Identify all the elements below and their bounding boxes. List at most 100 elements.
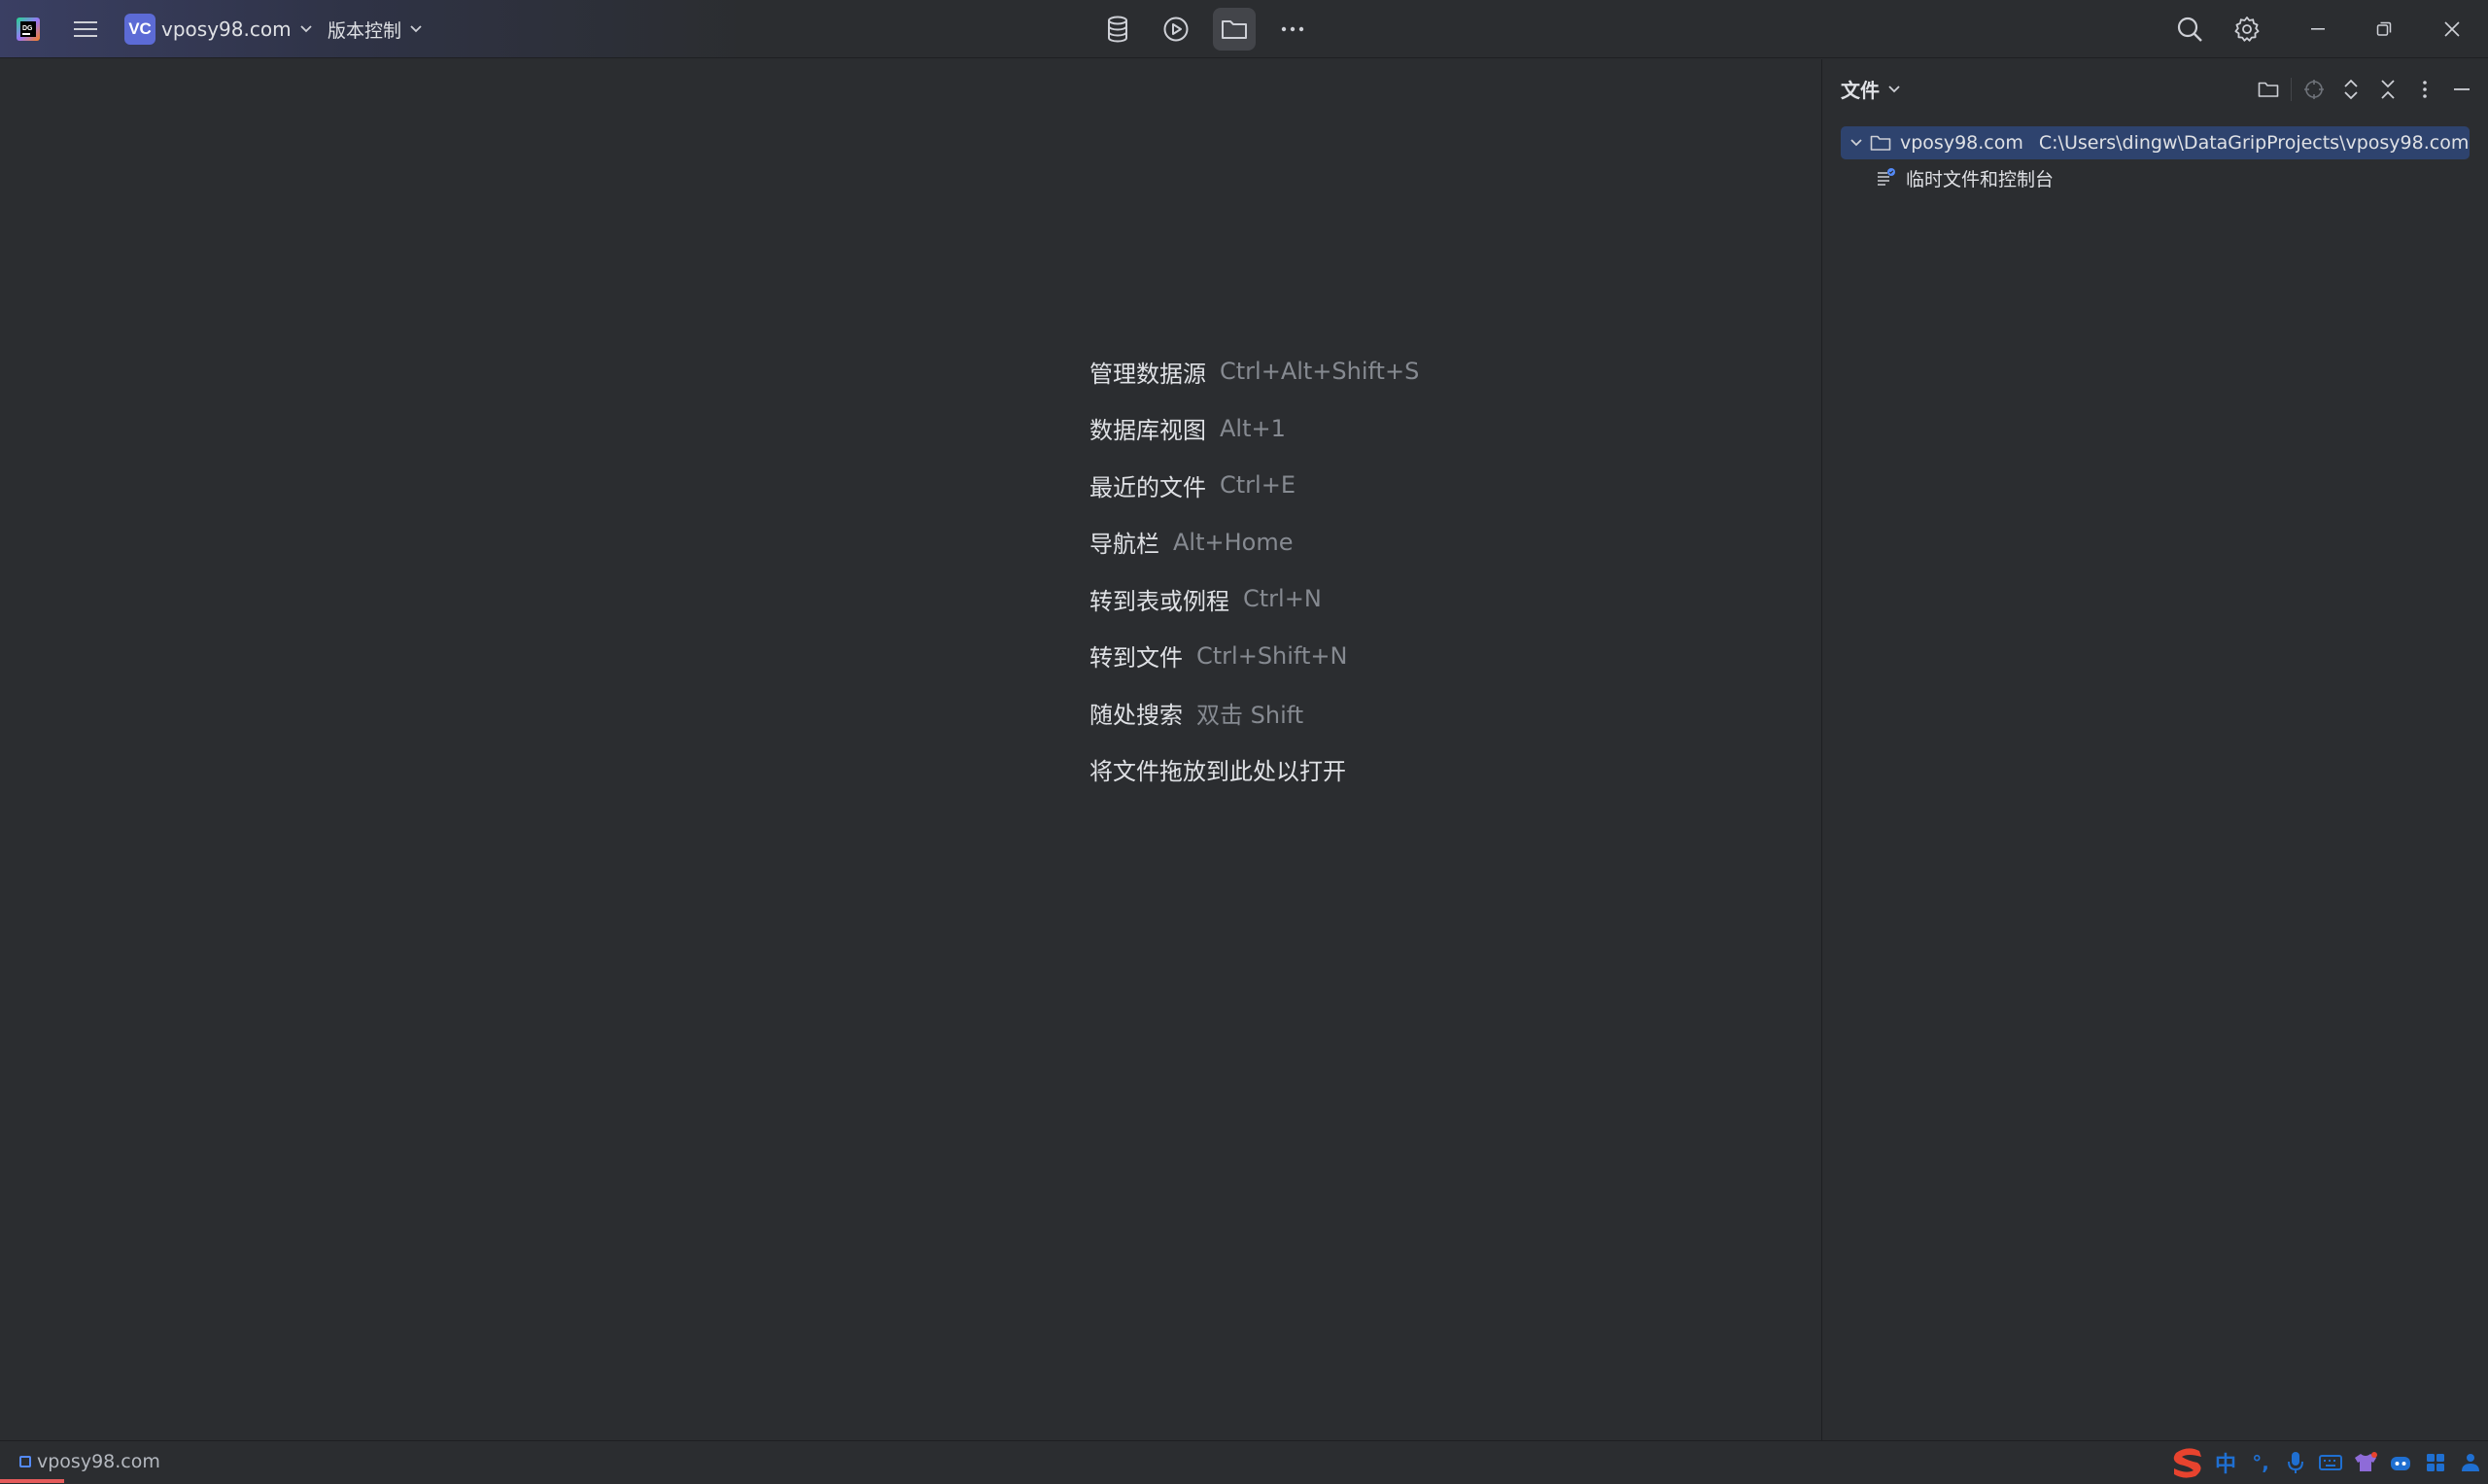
- hint-shortcut: Ctrl+Alt+Shift+S: [1220, 358, 1420, 386]
- tree-item-name: vposy98.com: [1900, 132, 2023, 154]
- editor-empty-area[interactable]: 管理数据源 Ctrl+Alt+Shift+S 数据库视图 Alt+1 最近的文件…: [0, 59, 1821, 1440]
- ime-punctuation-toggle[interactable]: °,: [2243, 1443, 2278, 1482]
- hint-shortcut: Ctrl+N: [1243, 585, 1322, 613]
- database-button[interactable]: [1096, 8, 1139, 51]
- ime-settings-button[interactable]: [2453, 1443, 2488, 1482]
- run-button[interactable]: [1155, 8, 1197, 51]
- hint-row: 转到文件 Ctrl+Shift+N: [1089, 628, 1419, 685]
- tree-row-scratches[interactable]: 临时文件和控制台: [1822, 161, 2488, 194]
- hint-action: 管理数据源: [1089, 360, 1206, 388]
- chevron-down-icon: [410, 25, 422, 33]
- project-badge: VC: [124, 14, 156, 45]
- welcome-hints: 管理数据源 Ctrl+Alt+Shift+S 数据库视图 Alt+1 最近的文件…: [1089, 343, 1419, 798]
- main-menu-button[interactable]: [68, 0, 103, 58]
- chevron-down-icon: [1888, 85, 1900, 92]
- search-everywhere-button[interactable]: [2170, 0, 2209, 58]
- more-vertical-icon: [2423, 81, 2427, 98]
- hint-row: 转到表或例程 Ctrl+N: [1089, 570, 1419, 628]
- hide-tool-window-button[interactable]: [2443, 73, 2480, 106]
- project-switcher[interactable]: VC vposy98.com: [124, 0, 313, 58]
- vcs-label: 版本控制: [328, 19, 402, 42]
- hint-action: 导航栏: [1089, 531, 1159, 559]
- minimize-icon: [2454, 88, 2470, 90]
- hint-action: 将文件拖放到此处以打开: [1089, 758, 1346, 786]
- minimize-button[interactable]: [2294, 0, 2342, 58]
- ime-mode-toggle[interactable]: 中: [2208, 1443, 2243, 1482]
- hint-action: 转到表或例程: [1089, 587, 1229, 615]
- hint-row: 将文件拖放到此处以打开: [1089, 742, 1419, 799]
- options-button[interactable]: [2406, 73, 2443, 106]
- status-breadcrumb[interactable]: vposy98.com: [19, 1451, 160, 1472]
- tree-item-name: 临时文件和控制台: [1906, 168, 2055, 190]
- view-selector[interactable]: 文件: [1841, 75, 1901, 103]
- folder-icon: [1222, 20, 1247, 39]
- hint-shortcut: 双击 Shift: [1196, 701, 1304, 729]
- ime-toolbox-button[interactable]: [2418, 1443, 2453, 1482]
- more-horizontal-icon: [1281, 26, 1304, 32]
- settings-button[interactable]: [2228, 0, 2266, 58]
- hint-row: 数据库视图 Alt+1: [1089, 400, 1419, 458]
- microphone-icon: [2288, 1452, 2303, 1473]
- hint-shortcut: Ctrl+Shift+N: [1196, 641, 1348, 670]
- hamburger-menu-icon: [74, 21, 97, 37]
- gear-icon: [2234, 17, 2260, 42]
- hint-action: 最近的文件: [1089, 473, 1206, 501]
- search-icon: [2177, 17, 2202, 42]
- restore-button[interactable]: [2360, 0, 2408, 58]
- ime-skin-button[interactable]: [2348, 1443, 2383, 1482]
- grid-icon: [2427, 1454, 2444, 1471]
- folder-icon: [1870, 135, 1891, 151]
- close-button[interactable]: [2428, 0, 2476, 58]
- ime-voice-button[interactable]: [2278, 1443, 2313, 1482]
- project-node-icon: [19, 1456, 31, 1467]
- more-button[interactable]: [1271, 8, 1314, 51]
- expand-all-button[interactable]: [2332, 73, 2369, 106]
- scratch-files-icon: [1878, 168, 1895, 186]
- hint-shortcut: Alt+Home: [1173, 528, 1294, 556]
- hint-row: 导航栏 Alt+Home: [1089, 514, 1419, 571]
- close-icon: [2444, 21, 2460, 37]
- hint-row: 随处搜索 双击 Shift: [1089, 684, 1419, 742]
- chevron-down-icon[interactable]: [1849, 138, 1863, 148]
- breadcrumb-label: vposy98.com: [37, 1451, 160, 1472]
- ime-keyboard-button[interactable]: [2313, 1443, 2348, 1482]
- locate-file-button[interactable]: [2296, 73, 2332, 106]
- crosshair-icon: [2304, 80, 2324, 99]
- tool-window-header: 文件: [1822, 59, 2488, 120]
- hint-action: 随处搜索: [1089, 701, 1183, 729]
- keyboard-icon: [2319, 1455, 2342, 1470]
- run-icon: [1163, 17, 1189, 42]
- tree-item-path: C:\Users\dingw\DataGripProjects\vposy98.…: [2038, 132, 2470, 154]
- hint-action: 转到文件: [1089, 644, 1183, 673]
- progress-accent: [0, 1479, 64, 1483]
- project-tree: vposy98.com C:\Users\dingw\DataGripProje…: [1822, 126, 2488, 194]
- main-toolbar: [1088, 0, 1322, 58]
- collapse-all-icon: [2381, 80, 2395, 99]
- hint-shortcut: Alt+1: [1220, 414, 1286, 442]
- vcs-menu[interactable]: 版本控制: [328, 0, 423, 58]
- folder-icon: [2258, 82, 2279, 97]
- robot-icon: [2391, 1457, 2410, 1470]
- svg-text:DG: DG: [22, 25, 33, 32]
- status-bar: vposy98.com 中 °,: [0, 1440, 2488, 1483]
- minimize-icon: [2311, 28, 2325, 30]
- project-name: vposy98.com: [161, 17, 292, 41]
- project-tool-window: 文件 vposy98.com C:\Users\dingw\DataGripPr…: [1822, 59, 2488, 1440]
- database-icon: [1108, 16, 1127, 43]
- person-settings-icon: [2462, 1454, 2479, 1471]
- project-button[interactable]: [1213, 8, 1256, 51]
- open-folder-button[interactable]: [2250, 73, 2287, 106]
- collapse-all-button[interactable]: [2369, 73, 2406, 106]
- sogou-ime-logo-icon[interactable]: [2167, 1443, 2208, 1482]
- title-bar: DG VC vposy98.com 版本控制: [0, 0, 2488, 58]
- hint-row: 最近的文件 Ctrl+E: [1089, 457, 1419, 514]
- expand-all-icon: [2344, 79, 2358, 100]
- hint-action: 数据库视图: [1089, 417, 1206, 445]
- restore-icon: [2376, 21, 2392, 36]
- toolbar-separator: [2291, 78, 2292, 101]
- tree-row-project-root[interactable]: vposy98.com C:\Users\dingw\DataGripProje…: [1841, 126, 2470, 159]
- datagrip-logo-icon[interactable]: DG: [14, 0, 43, 58]
- tool-window-title: 文件: [1841, 79, 1880, 102]
- chevron-down-icon: [299, 25, 312, 33]
- ime-assistant-button[interactable]: [2383, 1443, 2418, 1482]
